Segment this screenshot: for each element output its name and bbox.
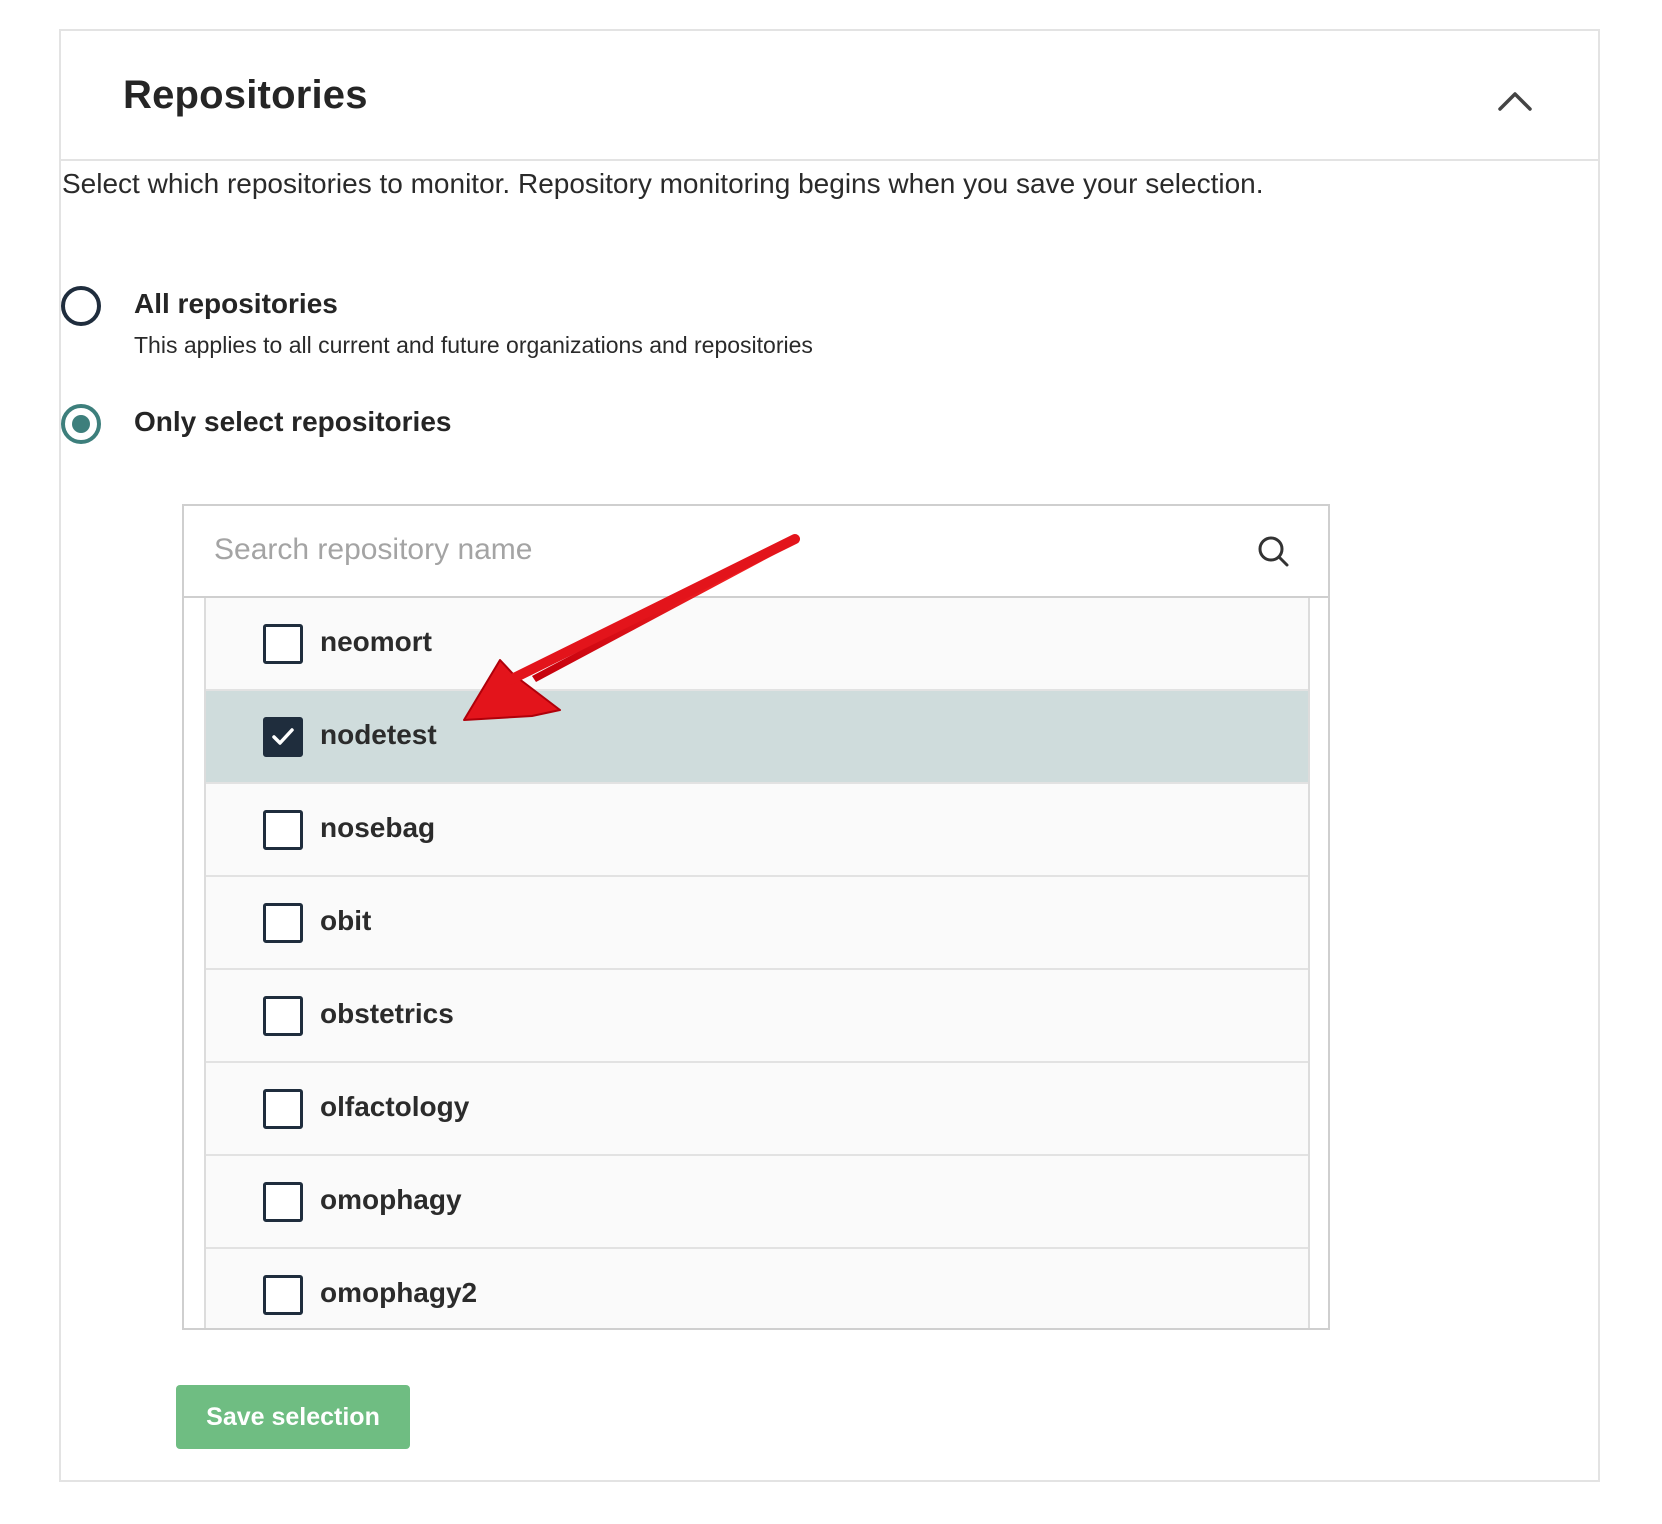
radio-select-label: Only select repositories <box>134 406 452 437</box>
repository-item[interactable]: obstetrics <box>206 970 1308 1063</box>
repository-name: obstetrics <box>320 998 454 1029</box>
checkbox[interactable] <box>263 1275 303 1315</box>
card-header: Repositories <box>61 31 1598 161</box>
repository-item[interactable]: olfactology <box>206 1063 1308 1156</box>
repository-item[interactable]: nodetest <box>206 691 1308 784</box>
repository-name: nodetest <box>320 719 437 750</box>
checkbox[interactable] <box>263 1089 303 1129</box>
repository-name: omophagy <box>320 1184 462 1215</box>
save-selection-button[interactable]: Save selection <box>176 1385 410 1449</box>
repository-item[interactable]: nosebag <box>206 784 1308 877</box>
radio-all-label: All repositories <box>134 288 338 319</box>
radio-all-sublabel: This applies to all current and future o… <box>134 332 813 358</box>
repository-name: neomort <box>320 626 432 657</box>
checkbox[interactable] <box>263 717 303 757</box>
repository-item[interactable]: omophagy2 <box>206 1249 1308 1328</box>
checkmark-icon <box>272 728 294 745</box>
checkbox[interactable] <box>263 996 303 1036</box>
repository-name: obit <box>320 905 372 936</box>
repository-name: nosebag <box>320 812 436 843</box>
search-bar <box>184 506 1328 598</box>
section-description: Select which repositories to monitor. Re… <box>62 168 1264 199</box>
chevron-up-icon <box>1498 92 1532 111</box>
search-input[interactable] <box>202 520 1226 580</box>
repository-name: olfactology <box>320 1091 470 1122</box>
repository-list[interactable]: neomort nodetest nosebag obit obstetrics <box>204 598 1310 1328</box>
repository-item[interactable]: neomort <box>206 598 1308 691</box>
radio-button-all[interactable] <box>61 286 101 326</box>
checkbox[interactable] <box>263 810 303 850</box>
checkbox[interactable] <box>263 903 303 943</box>
section-title: Repositories <box>123 73 368 117</box>
checkbox[interactable] <box>263 1182 303 1222</box>
checkbox[interactable] <box>263 624 303 664</box>
repository-item[interactable]: obit <box>206 877 1308 970</box>
repository-name: omophagy2 <box>320 1277 478 1308</box>
radio-button-select[interactable] <box>61 404 101 444</box>
repository-picker: neomort nodetest nosebag obit obstetrics <box>182 504 1330 1330</box>
search-icon[interactable] <box>1254 532 1294 572</box>
repository-item[interactable]: omophagy <box>206 1156 1308 1249</box>
collapse-button[interactable] <box>1489 75 1541 127</box>
